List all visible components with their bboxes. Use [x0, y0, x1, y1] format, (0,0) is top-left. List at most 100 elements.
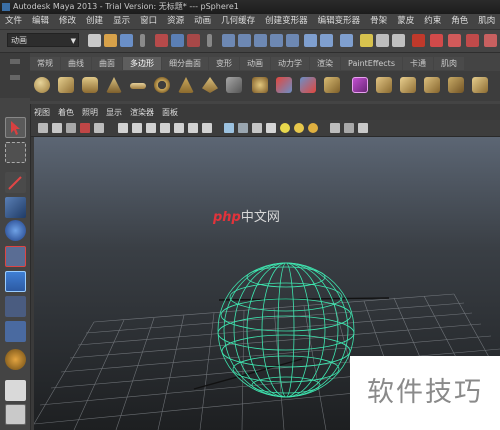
menu-create[interactable]: 创建	[81, 14, 108, 29]
menu-assets[interactable]: 资源	[162, 14, 189, 29]
image-plane-icon[interactable]	[80, 123, 90, 133]
menu-edit[interactable]: 编辑	[27, 14, 54, 29]
menu-modify[interactable]: 修改	[54, 14, 81, 29]
move-tool-icon[interactable]	[5, 197, 26, 218]
make-live-icon[interactable]	[286, 34, 299, 47]
panel-menu-lighting[interactable]: 照明	[78, 107, 102, 119]
poly-plane-icon[interactable]	[130, 83, 146, 89]
shadows-icon[interactable]	[308, 123, 318, 133]
tab-dynamics[interactable]: 动力学	[271, 57, 309, 70]
extract-icon[interactable]	[324, 77, 340, 93]
menu-constrain[interactable]: 约束	[419, 14, 446, 29]
snap-curve-icon[interactable]	[238, 34, 251, 47]
smooth-icon[interactable]	[352, 77, 368, 93]
attribute-editor-icon[interactable]	[466, 34, 479, 47]
textured-icon[interactable]	[266, 123, 276, 133]
poly-cone-icon[interactable]	[106, 77, 122, 93]
panel-menu-show[interactable]: 显示	[102, 107, 126, 119]
select-hierarchy-icon[interactable]	[155, 34, 168, 47]
new-scene-icon[interactable]	[88, 34, 101, 47]
paint-select-tool-icon[interactable]	[5, 172, 26, 193]
tab-subdivs[interactable]: 细分曲面	[162, 57, 208, 70]
poly-pipe-icon[interactable]	[226, 77, 242, 93]
extrude-icon[interactable]	[472, 77, 488, 93]
lasso-tool-icon[interactable]	[5, 142, 26, 163]
tab-animation[interactable]: 动画	[240, 57, 270, 70]
last-used-tool-icon[interactable]	[5, 349, 26, 370]
smooth-shade-icon[interactable]	[238, 123, 248, 133]
render-settings-icon[interactable]	[392, 34, 405, 47]
panel-menu-panels[interactable]: 面板	[158, 107, 182, 119]
snap-view-plane-icon[interactable]	[270, 34, 283, 47]
menu-window[interactable]: 窗口	[135, 14, 162, 29]
poly-soccer-ball-icon[interactable]	[252, 77, 268, 93]
tab-surfaces[interactable]: 曲面	[92, 57, 122, 70]
snap-grid-icon[interactable]	[222, 34, 235, 47]
all-lights-icon[interactable]	[294, 123, 304, 133]
ipr-render-icon[interactable]	[376, 34, 389, 47]
construction-history-icon[interactable]	[340, 34, 353, 47]
show-manipulator-tool-icon[interactable]	[5, 321, 26, 342]
tool-settings-icon[interactable]	[484, 34, 497, 47]
boolean-union-icon[interactable]	[376, 77, 392, 93]
panel-menu-shading[interactable]: 着色	[54, 107, 78, 119]
xray-icon[interactable]	[344, 123, 354, 133]
poly-sphere-icon[interactable]	[34, 77, 50, 93]
poly-cube-icon[interactable]	[58, 77, 74, 93]
menu-create-deformers[interactable]: 创建变形器	[260, 14, 313, 29]
poly-cylinder-icon[interactable]	[82, 77, 98, 93]
open-scene-icon[interactable]	[104, 34, 117, 47]
scale-tool-icon[interactable]	[5, 246, 26, 267]
four-view-layout-icon[interactable]	[5, 404, 26, 425]
bookmark-icon[interactable]	[66, 123, 76, 133]
boolean-intersection-icon[interactable]	[424, 77, 440, 93]
tab-rendering[interactable]: 渲染	[310, 57, 340, 70]
menu-animate[interactable]: 动画	[189, 14, 216, 29]
separate-icon[interactable]	[300, 77, 316, 93]
render-current-icon[interactable]	[360, 34, 373, 47]
select-component-icon[interactable]	[187, 34, 200, 47]
input-ops-icon[interactable]	[304, 34, 317, 47]
save-scene-icon[interactable]	[120, 34, 133, 47]
film-gate-icon[interactable]	[132, 123, 142, 133]
menu-muscle[interactable]: 肌肉	[473, 14, 500, 29]
menu-set-dropdown[interactable]: 动画 ▼	[7, 33, 79, 47]
output-ops-icon[interactable]	[320, 34, 333, 47]
isolate-select-icon[interactable]	[330, 123, 340, 133]
shelf-tabs-icon[interactable]	[10, 75, 20, 80]
menu-edit-deformers[interactable]: 编辑变形器	[313, 14, 366, 29]
universal-manipulator-icon[interactable]	[5, 271, 26, 292]
safe-action-icon[interactable]	[188, 123, 198, 133]
field-chart-icon[interactable]	[174, 123, 184, 133]
safe-title-icon[interactable]	[202, 123, 212, 133]
tab-polygons[interactable]: 多边形	[123, 57, 161, 70]
wireframe-on-shaded-icon[interactable]	[252, 123, 262, 133]
snap-point-icon[interactable]	[254, 34, 267, 47]
mirror-geometry-icon[interactable]	[448, 77, 464, 93]
wireframe-mode-icon[interactable]	[224, 123, 234, 133]
menu-character[interactable]: 角色	[446, 14, 473, 29]
resolution-gate-icon[interactable]	[146, 123, 156, 133]
panel-menu-renderer[interactable]: 渲染器	[126, 107, 158, 119]
select-camera-icon[interactable]	[38, 123, 48, 133]
tab-general[interactable]: 常规	[30, 57, 60, 70]
grid-icon[interactable]	[118, 123, 128, 133]
tab-deformation[interactable]: 变形	[209, 57, 239, 70]
poly-torus-icon[interactable]	[154, 77, 170, 93]
boolean-difference-icon[interactable]	[400, 77, 416, 93]
menu-display[interactable]: 显示	[108, 14, 135, 29]
gate-mask-icon[interactable]	[160, 123, 170, 133]
menu-skin[interactable]: 蒙皮	[392, 14, 419, 29]
poly-prism-icon[interactable]	[178, 77, 194, 93]
rotate-tool-icon[interactable]	[5, 220, 26, 241]
poly-pyramid-icon[interactable]	[202, 77, 218, 93]
combine-icon[interactable]	[276, 77, 292, 93]
channel-box-icon[interactable]	[448, 34, 461, 47]
select-tool-icon[interactable]	[5, 117, 26, 138]
soft-modification-tool-icon[interactable]	[5, 296, 26, 317]
tab-painteffects[interactable]: PaintEffects	[341, 57, 402, 70]
tab-curves[interactable]: 曲线	[61, 57, 91, 70]
tab-toon[interactable]: 卡通	[403, 57, 433, 70]
camera-attributes-icon[interactable]	[52, 123, 62, 133]
xray-joints-icon[interactable]	[358, 123, 368, 133]
